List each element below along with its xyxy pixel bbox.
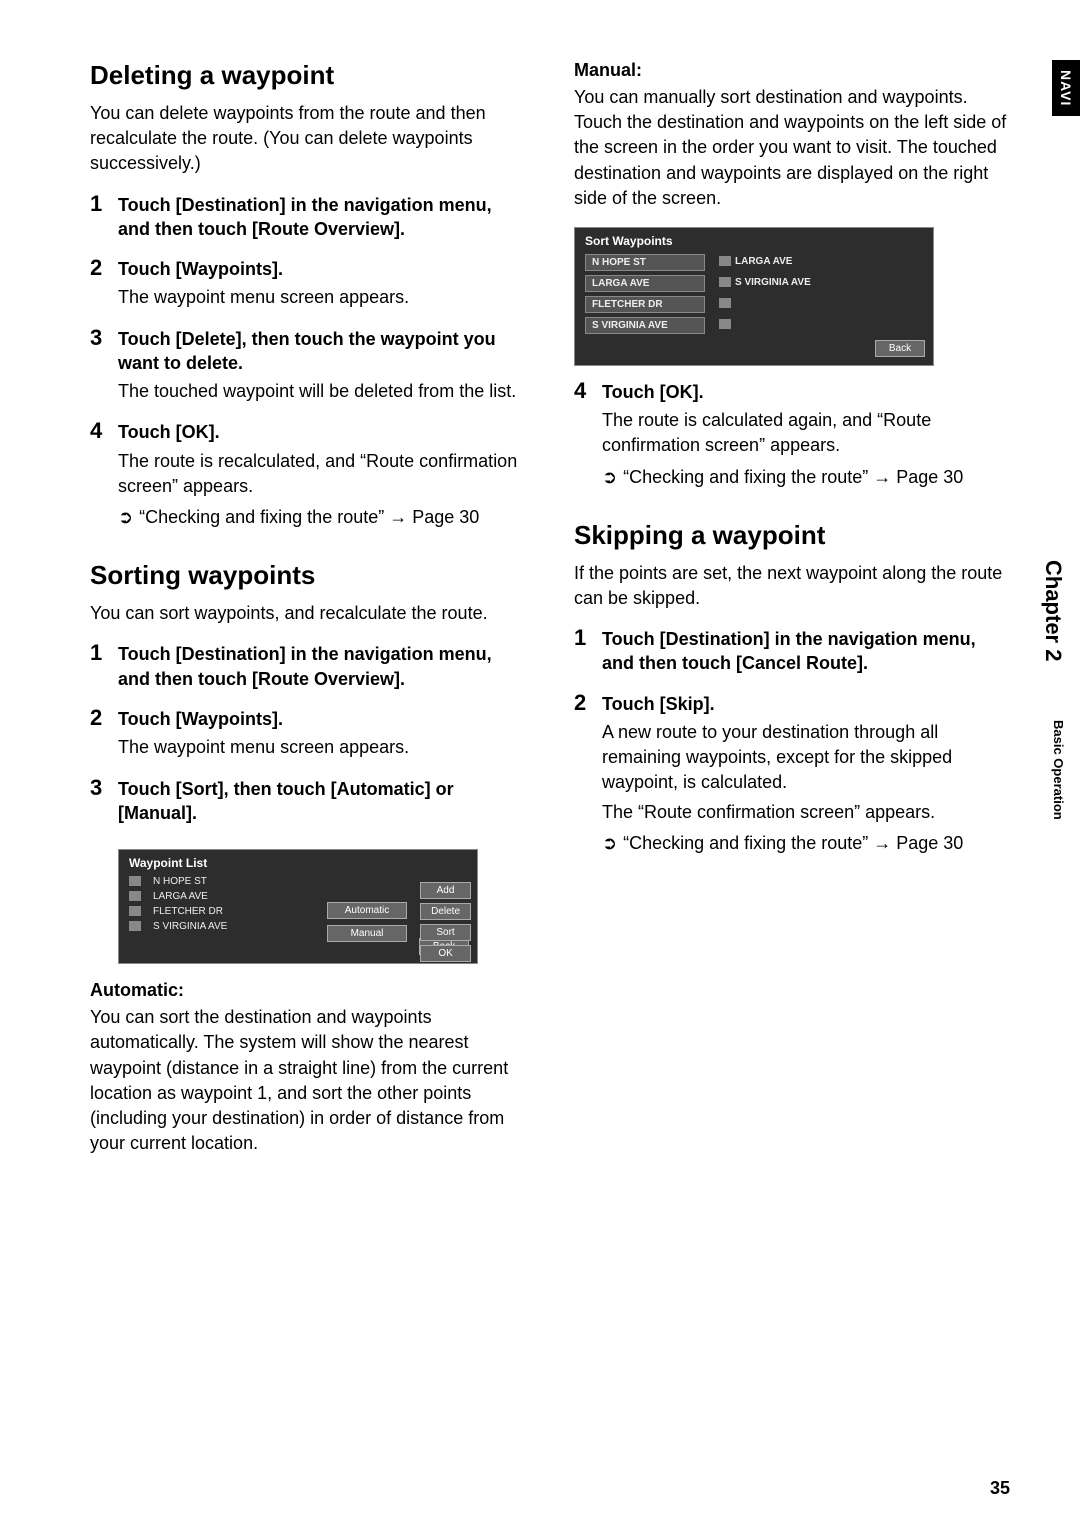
ui2-r1: S VIRGINIA AVE [735,277,811,288]
steps-deleting: Touch [Destination] in the navigation me… [90,193,526,531]
del-step4-xref-text: “Checking and fixing the route” → Page 3… [139,507,479,527]
automatic-body: You can sort the destination and waypoin… [90,1005,526,1156]
ui1-delete-button[interactable]: Delete [420,903,471,920]
skip-step2-xref-text: “Checking and fixing the route” → Page 3… [623,833,963,853]
ui1-row3: S VIRGINIA AVE [153,921,227,932]
sort-step1-head: Touch [Destination] in the navigation me… [118,642,526,691]
del-step4-body: The route is recalculated, and “Route co… [118,449,526,499]
heading-skipping: Skipping a waypoint [574,520,1010,551]
del-step2-head: Touch [Waypoints]. [118,257,526,281]
manual-subhead: Manual: [574,60,1010,81]
flag-icon [129,891,141,901]
page-number: 35 [990,1478,1010,1499]
skip-step1-head: Touch [Destination] in the navigation me… [602,627,1010,676]
flag-icon [719,319,731,329]
manual-body: You can manually sort destination and wa… [574,85,1010,211]
del-step3-body: The touched waypoint will be deleted fro… [118,379,526,404]
heading-sorting: Sorting waypoints [90,560,526,591]
skip-step2-body: A new route to your destination through … [602,720,1010,796]
skip-step2-head: Touch [Skip]. [602,692,1010,716]
ui2-title: Sort Waypoints [575,228,933,252]
ui2-l1[interactable]: LARGA AVE [585,275,705,292]
flag-icon [719,256,731,266]
ui1-row0: N HOPE ST [153,876,207,887]
sort-step4-head: Touch [OK]. [602,380,1010,404]
ui1-row2: FLETCHER DR [153,906,223,917]
intro-skipping: If the points are set, the next waypoint… [574,561,1010,611]
flag-icon [129,921,141,931]
sort-step4-xref-text: “Checking and fixing the route” → Page 3… [623,467,963,487]
intro-deleting: You can delete waypoints from the route … [90,101,526,177]
sort-step3-head: Touch [Sort], then touch [Automatic] or … [118,777,526,826]
sort-step4-body: The route is calculated again, and “Rout… [602,408,1010,458]
ui1-automatic-button[interactable]: Automatic [327,902,407,919]
heading-deleting: Deleting a waypoint [90,60,526,91]
ui1-sort-button[interactable]: Sort [420,924,471,941]
ui2-l2[interactable]: FLETCHER DR [585,296,705,313]
ui2-back-button[interactable]: Back [875,340,925,357]
ui1-manual-button[interactable]: Manual [327,925,407,942]
del-step1-head: Touch [Destination] in the navigation me… [118,193,526,242]
del-step4-head: Touch [OK]. [118,420,526,444]
sort-step2-head: Touch [Waypoints]. [118,707,526,731]
del-step3-head: Touch [Delete], then touch the waypoint … [118,327,526,376]
steps-sort-ok: Touch [OK]. The route is calculated agai… [574,380,1010,490]
ui2-r0: LARGA AVE [735,256,792,267]
flag-icon [719,277,731,287]
sort-step4-xref: ➲“Checking and fixing the route” → Page … [602,465,1010,490]
skip-step2-body2: The “Route confirmation screen” appears. [602,800,1010,825]
intro-sorting: You can sort waypoints, and recalculate … [90,601,526,626]
del-step2-body: The waypoint menu screen appears. [118,285,526,310]
sort-waypoints-screenshot: Sort Waypoints N HOPE ST LARGA AVE LARGA… [574,227,934,366]
ui1-title: Waypoint List [119,850,477,874]
steps-skipping: Touch [Destination] in the navigation me… [574,627,1010,856]
ui2-l0[interactable]: N HOPE ST [585,254,705,271]
ui2-l3[interactable]: S VIRGINIA AVE [585,317,705,334]
ui1-ok-button[interactable]: OK [420,945,471,962]
waypoint-list-screenshot: Waypoint List N HOPE ST LARGA AVE FLETCH… [118,849,478,964]
ui1-row1: LARGA AVE [153,891,208,902]
ui1-add-button[interactable]: Add [420,882,471,899]
skip-step2-xref: ➲“Checking and fixing the route” → Page … [602,831,1010,856]
left-column: Deleting a waypoint You can delete waypo… [90,60,526,1172]
automatic-subhead: Automatic: [90,980,526,1001]
steps-sorting: Touch [Destination] in the navigation me… [90,642,526,825]
flag-icon [719,298,731,308]
flag-icon [129,906,141,916]
flag-icon [129,876,141,886]
right-column: Manual: You can manually sort destinatio… [574,60,1010,1172]
del-step4-xref: ➲“Checking and fixing the route” → Page … [118,505,526,530]
sort-step2-body: The waypoint menu screen appears. [118,735,526,760]
